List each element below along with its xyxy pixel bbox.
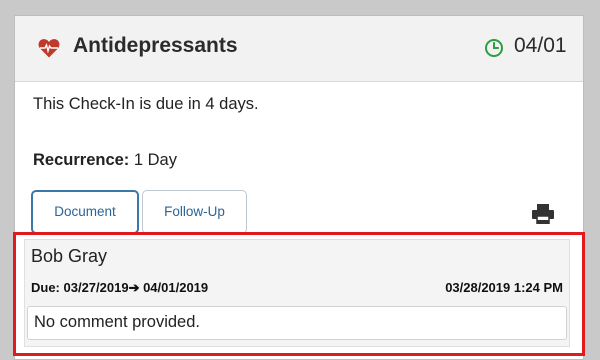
entry-due-range: Due: 03/27/2019➔ 04/01/2019: [31, 280, 209, 295]
entry-comment: No comment provided.: [27, 306, 567, 340]
recurrence-label: Recurrence:: [33, 151, 130, 169]
card-header: Antidepressants 04/01: [15, 16, 583, 82]
follow-up-button[interactable]: Follow-Up: [142, 190, 247, 234]
entry-timestamp: 03/28/2019 1:24 PM: [445, 280, 563, 295]
document-button[interactable]: Document: [31, 190, 139, 234]
printer-icon[interactable]: [532, 204, 554, 224]
due-date: 04/01: [514, 34, 567, 57]
card-title: Antidepressants: [73, 34, 238, 57]
clock-icon: [485, 39, 503, 57]
heart-icon: [38, 39, 60, 58]
history-entry: Bob Gray Due: 03/27/2019➔ 04/01/2019 03/…: [24, 239, 570, 347]
due-status-text: This Check-In is due in 4 days.: [33, 95, 259, 113]
entry-author: Bob Gray: [31, 246, 108, 266]
recurrence: Recurrence: 1 Day: [33, 151, 177, 170]
recurrence-value: 1 Day: [129, 151, 177, 169]
history-entry-highlight: Bob Gray Due: 03/27/2019➔ 04/01/2019 03/…: [13, 232, 585, 356]
